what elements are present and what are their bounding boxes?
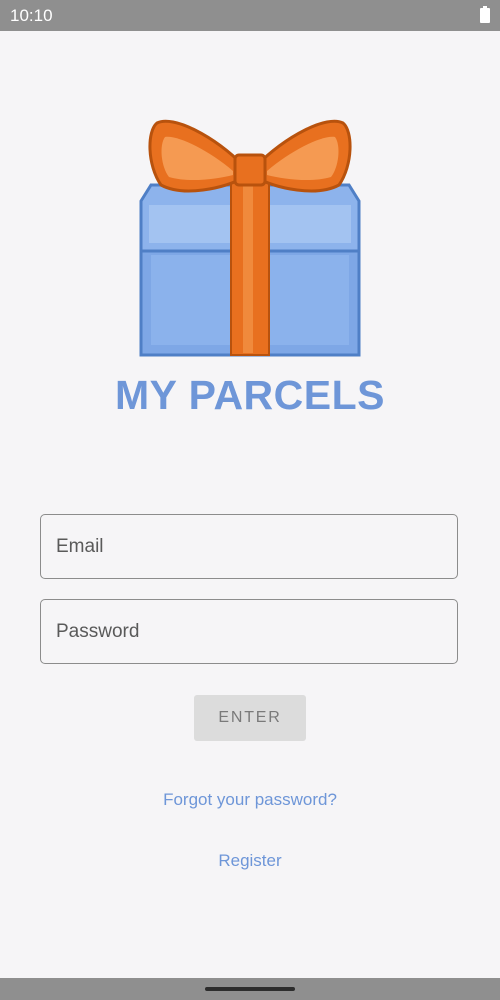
email-field[interactable]: Email <box>40 514 458 579</box>
navigation-bar <box>0 978 500 1000</box>
enter-button[interactable]: ENTER <box>194 695 306 741</box>
app-title: MY PARCELS <box>114 372 386 418</box>
gift-box-icon <box>139 119 361 357</box>
register-link[interactable]: Register <box>0 851 500 871</box>
email-placeholder: Email <box>56 536 104 557</box>
password-field[interactable]: Password <box>40 599 458 664</box>
status-bar: 10:10 <box>0 0 500 31</box>
battery-icon <box>480 6 490 23</box>
status-time: 10:10 <box>10 6 53 25</box>
password-placeholder: Password <box>56 621 140 642</box>
forgot-password-link[interactable]: Forgot your password? <box>0 790 500 810</box>
home-handle[interactable] <box>205 987 295 991</box>
